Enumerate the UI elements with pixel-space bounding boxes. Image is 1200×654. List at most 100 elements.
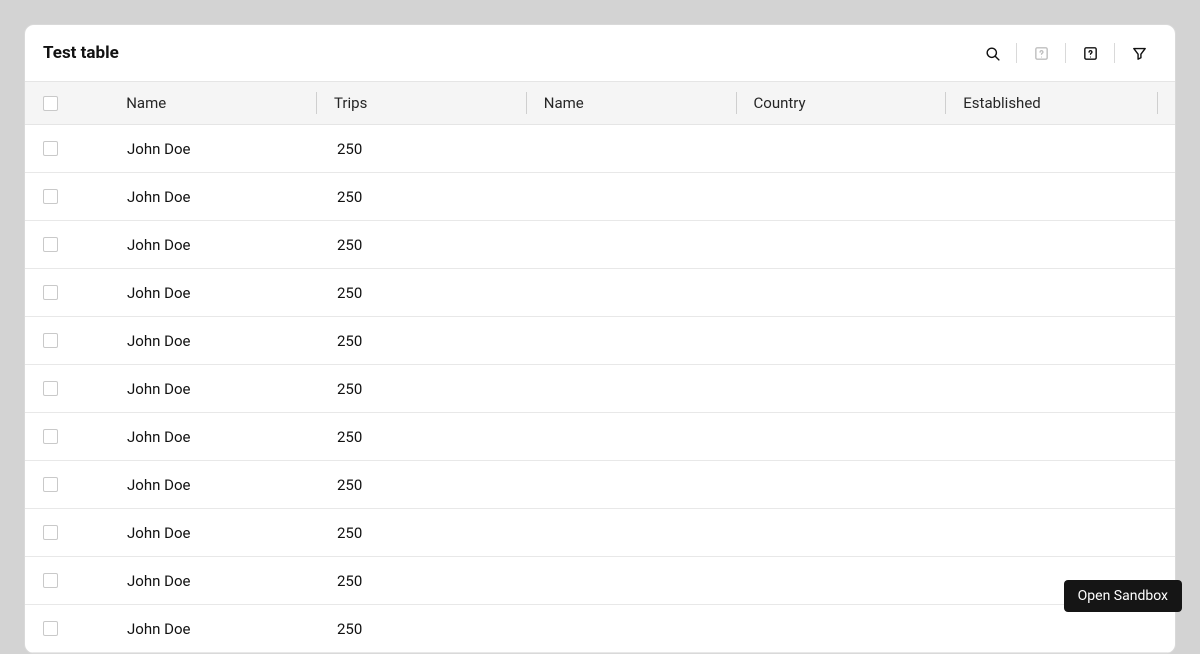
table-row[interactable]: John Doe 250 xyxy=(25,125,1175,173)
table-row[interactable]: John Doe 250 xyxy=(25,605,1175,653)
cell-text: 250 xyxy=(337,284,362,302)
cell-name: John Doe xyxy=(109,557,319,604)
table-title: Test table xyxy=(43,43,119,63)
cell-text: 250 xyxy=(337,380,362,398)
help-icon-disabled xyxy=(1023,39,1059,67)
row-check-cell xyxy=(25,125,109,172)
column-header-trips[interactable]: Trips xyxy=(316,82,526,124)
row-checkbox[interactable] xyxy=(43,525,58,540)
row-check-cell xyxy=(25,413,109,460)
cell-trips: 250 xyxy=(319,173,531,220)
cell-established xyxy=(955,173,1169,220)
toolbar-separator xyxy=(1065,43,1066,63)
cell-text: John Doe xyxy=(127,140,190,158)
row-checkbox[interactable] xyxy=(43,189,58,204)
cell-name2 xyxy=(531,605,743,652)
cell-country xyxy=(743,509,955,556)
row-check-cell xyxy=(25,461,109,508)
column-header-established[interactable]: Established xyxy=(945,82,1157,124)
table-row[interactable]: John Doe250 xyxy=(25,221,1175,269)
row-check-cell xyxy=(25,269,109,316)
cell-name2 xyxy=(531,173,743,220)
column-label: Name xyxy=(126,94,166,112)
table-row[interactable]: John Doe 250 xyxy=(25,365,1175,413)
cell-name: John Doe xyxy=(109,173,319,220)
row-checkbox[interactable] xyxy=(43,477,58,492)
open-sandbox-button[interactable]: Open Sandbox xyxy=(1064,580,1182,612)
cell-name2 xyxy=(531,317,743,364)
cell-name: John Doe xyxy=(109,365,319,412)
cell-trips: 250 xyxy=(319,605,531,652)
cell-text: John Doe xyxy=(127,428,190,446)
table-row[interactable]: John Doe 250 xyxy=(25,413,1175,461)
column-label: Trips xyxy=(334,94,367,112)
cell-trips: 250 xyxy=(319,509,531,556)
cell-trips: 250 xyxy=(319,413,531,460)
cell-trips: 250 xyxy=(319,221,531,268)
select-all-cell xyxy=(25,82,108,124)
cell-established xyxy=(955,221,1169,268)
toolbar xyxy=(974,39,1157,67)
cell-text: John Doe xyxy=(127,572,190,590)
cell-text: John Doe xyxy=(127,524,190,542)
cell-text: John Doe xyxy=(127,620,190,638)
row-check-cell xyxy=(25,509,109,556)
cell-text: 250 xyxy=(337,428,362,446)
search-icon[interactable] xyxy=(974,39,1010,67)
row-check-cell xyxy=(25,557,109,604)
table-row[interactable]: John Doe 250 xyxy=(25,557,1175,605)
row-checkbox[interactable] xyxy=(43,141,58,156)
table-row[interactable]: John Doe 250 xyxy=(25,173,1175,221)
column-header-name2[interactable]: Name xyxy=(526,82,736,124)
cell-name: John Doe xyxy=(109,509,319,556)
row-check-cell xyxy=(25,365,109,412)
cell-established xyxy=(955,317,1169,364)
table-row[interactable]: John Doe250 xyxy=(25,269,1175,317)
row-check-cell xyxy=(25,221,109,268)
cell-text: 250 xyxy=(337,620,362,638)
cell-established xyxy=(955,125,1169,172)
cell-established xyxy=(955,509,1169,556)
toolbar-separator xyxy=(1016,43,1017,63)
row-checkbox[interactable] xyxy=(43,621,58,636)
cell-established xyxy=(955,269,1169,316)
row-checkbox[interactable] xyxy=(43,285,58,300)
cell-name2 xyxy=(531,461,743,508)
row-checkbox[interactable] xyxy=(43,573,58,588)
cell-name2 xyxy=(531,365,743,412)
row-checkbox[interactable] xyxy=(43,237,58,252)
column-header-name[interactable]: Name xyxy=(108,82,316,124)
column-label: Established xyxy=(963,94,1040,112)
cell-name2 xyxy=(531,221,743,268)
cell-text: John Doe xyxy=(127,188,190,206)
cell-text: 250 xyxy=(337,476,362,494)
table-row[interactable]: John Doe250 xyxy=(25,317,1175,365)
cell-established xyxy=(955,605,1169,652)
row-checkbox[interactable] xyxy=(43,381,58,396)
table-row[interactable]: John Doe 250 xyxy=(25,461,1175,509)
cell-trips: 250 xyxy=(319,125,531,172)
table-card: Test table xyxy=(24,24,1176,654)
table-row[interactable]: John Doe 250 xyxy=(25,509,1175,557)
cell-country xyxy=(743,173,955,220)
filter-icon[interactable] xyxy=(1121,39,1157,67)
help-icon[interactable] xyxy=(1072,39,1108,67)
cell-trips: 250 xyxy=(319,365,531,412)
table-header-row: Name Trips Name Country Established xyxy=(25,81,1175,125)
cell-name2 xyxy=(531,509,743,556)
cell-name2 xyxy=(531,125,743,172)
cell-country xyxy=(743,125,955,172)
cell-trips: 250 xyxy=(319,269,531,316)
cell-text: 250 xyxy=(337,332,362,350)
cell-name2 xyxy=(531,557,743,604)
cell-name2 xyxy=(531,269,743,316)
row-checkbox[interactable] xyxy=(43,333,58,348)
column-header-country[interactable]: Country xyxy=(736,82,946,124)
cell-text: 250 xyxy=(337,572,362,590)
select-all-checkbox[interactable] xyxy=(43,96,58,111)
cell-text: 250 xyxy=(337,188,362,206)
column-label: Name xyxy=(544,94,584,112)
row-checkbox[interactable] xyxy=(43,429,58,444)
cell-trips: 250 xyxy=(319,557,531,604)
cell-text: John Doe xyxy=(127,476,190,494)
